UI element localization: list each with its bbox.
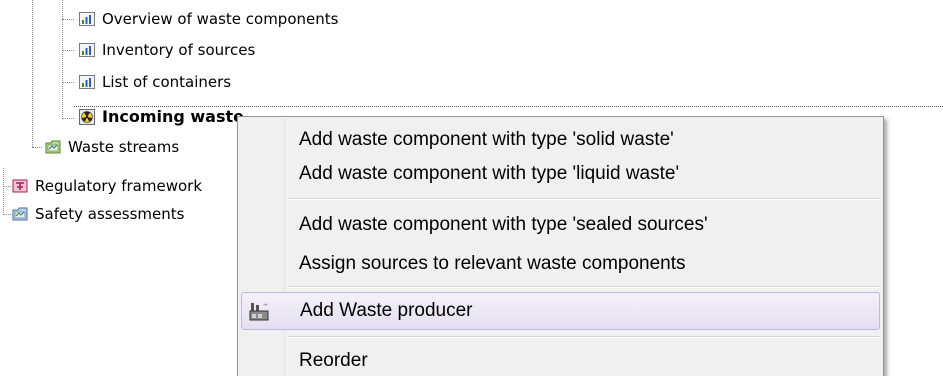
regulation-icon (12, 179, 28, 193)
menu-separator (288, 286, 880, 288)
tree-connector (3, 214, 11, 215)
tree-item-list-of-containers[interactable]: List of containers (79, 71, 231, 93)
menu-item-label: Add waste component with type 'solid was… (299, 129, 674, 150)
menu-item-label: Add Waste producer (300, 300, 473, 321)
tree-item-safety-assessments[interactable]: Safety assessments (12, 203, 184, 225)
menu-item-label: Add waste component with type 'sealed so… (299, 214, 708, 235)
application-window: Overview of waste components Inventory o… (0, 0, 943, 376)
tree-connector (3, 168, 4, 215)
tree-item-incoming-waste[interactable]: Incoming waste (79, 106, 244, 128)
menu-item-label: Reorder (299, 350, 368, 371)
tree-item-regulatory-framework[interactable]: Regulatory framework (12, 175, 202, 197)
tree-item-label: Safety assessments (35, 205, 185, 223)
menu-item-add-solid-waste[interactable]: Add waste component with type 'solid was… (241, 123, 880, 157)
tree-item-label: Incoming waste (102, 107, 244, 126)
tree-connector (62, 118, 74, 119)
chart-report-icon (79, 43, 95, 57)
tree-connector (3, 186, 11, 187)
chart-report-icon (79, 12, 95, 26)
menu-item-add-sealed-sources[interactable]: Add waste component with type 'sealed so… (241, 208, 880, 242)
tree-connector (62, 19, 74, 20)
tree-item-label: Waste streams (68, 138, 180, 156)
map-folder-icon (45, 140, 61, 154)
menu-item-assign-sources[interactable]: Assign sources to relevant waste compone… (241, 247, 880, 281)
menu-item-label: Add waste component with type 'liquid wa… (299, 163, 680, 184)
menu-separator (288, 198, 880, 200)
radioactive-icon (79, 109, 95, 125)
chart-report-icon (79, 75, 95, 89)
map-folder-icon (12, 207, 28, 221)
tree-item-label: List of containers (102, 73, 232, 91)
tree-item-overview-waste-components[interactable]: Overview of waste components (79, 8, 338, 30)
tree-connector (62, 0, 63, 119)
menu-item-reorder[interactable]: Reorder (241, 344, 880, 376)
tree-connector (62, 82, 74, 83)
menu-item-add-waste-producer[interactable]: Add Waste producer (241, 292, 880, 330)
tree-connector (32, 147, 42, 148)
menu-separator (288, 336, 880, 338)
tree-item-label: Overview of waste components (102, 10, 339, 28)
menu-item-add-liquid-waste[interactable]: Add waste component with type 'liquid wa… (241, 157, 880, 191)
tree-item-label: Inventory of sources (102, 41, 256, 59)
tree-item-label: Regulatory framework (35, 177, 203, 195)
context-menu: Add waste component with type 'solid was… (237, 116, 884, 376)
tree-item-waste-streams[interactable]: Waste streams (45, 136, 179, 158)
tree-connector (32, 0, 33, 147)
menu-item-label: Assign sources to relevant waste compone… (299, 253, 686, 274)
tree-item-inventory-of-sources[interactable]: Inventory of sources (79, 39, 255, 61)
factory-icon (249, 303, 269, 321)
tree-connector (62, 50, 74, 51)
